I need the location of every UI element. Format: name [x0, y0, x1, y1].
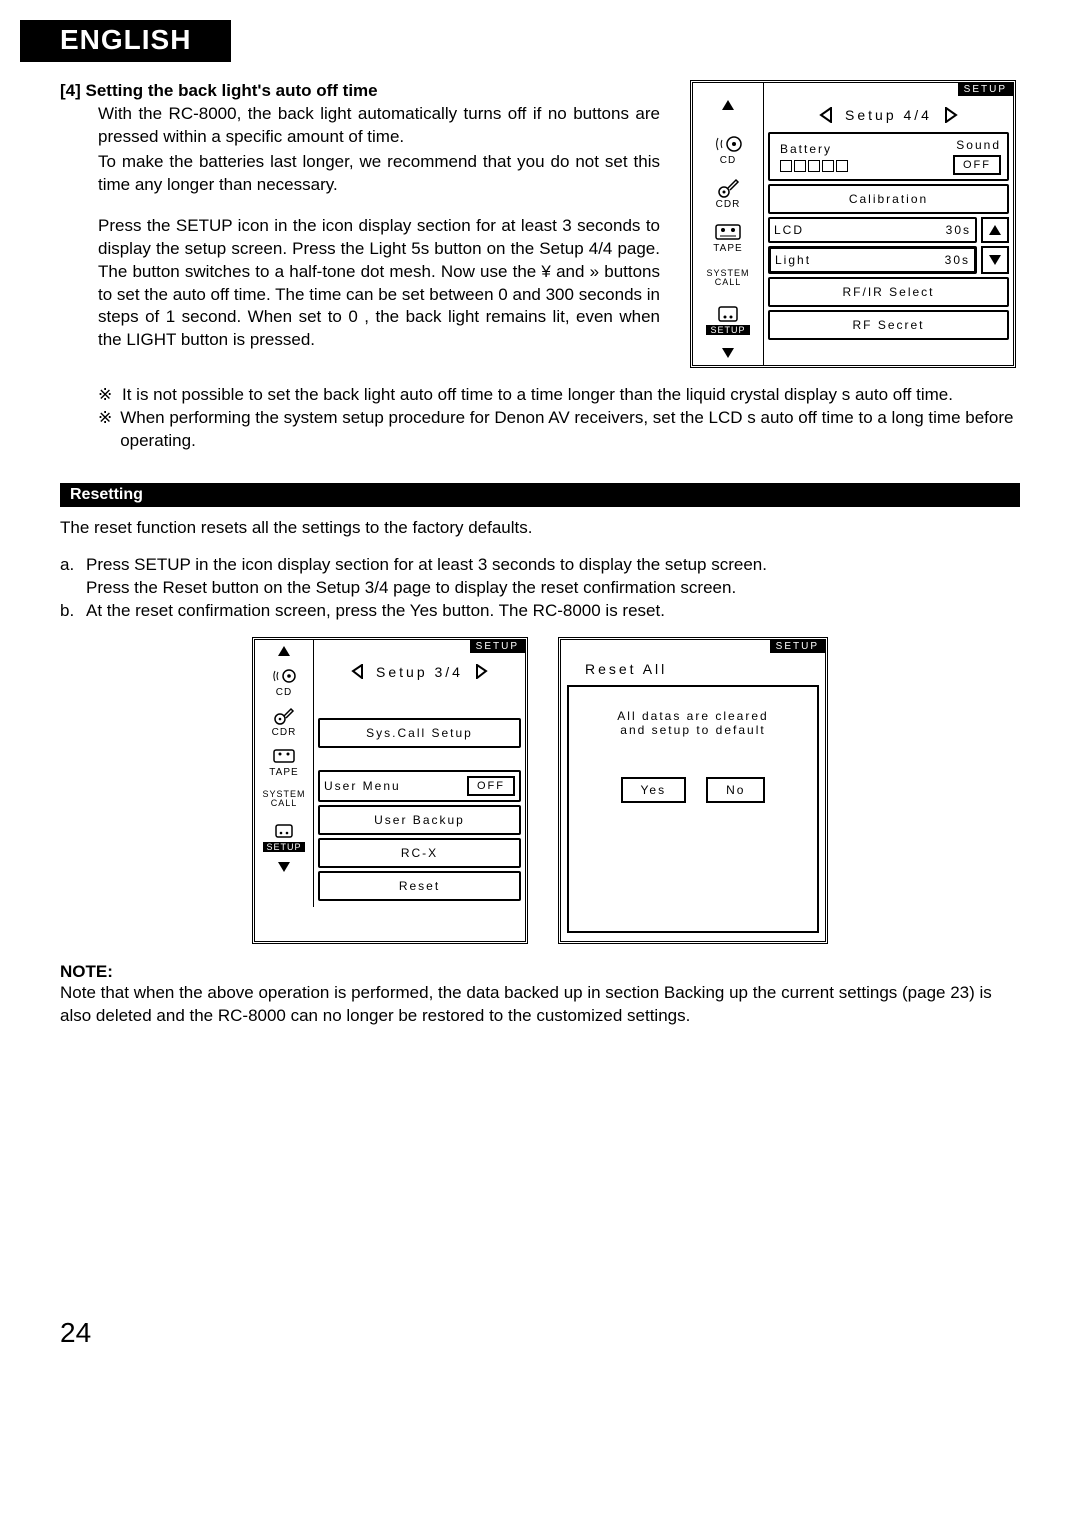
icon-label-cd: CD — [276, 687, 292, 698]
setup-title: Setup 4/4 — [845, 107, 932, 123]
section4-note1: It is not possible to set the back light… — [122, 384, 953, 407]
syscall-button: Sys.Call Setup — [318, 718, 521, 748]
icon-label-cd: CD — [720, 155, 736, 166]
manual-page: ENGLISH [4] Setting the back light's aut… — [0, 0, 1080, 1369]
icon-label-tape: TAPE — [713, 243, 742, 254]
prev-page-icon — [819, 107, 833, 123]
icon-label-setup: SETUP — [706, 325, 749, 335]
setup-icon — [717, 303, 739, 325]
tape-icon — [714, 221, 742, 243]
up-button — [981, 217, 1009, 243]
note-marker: ※ — [98, 407, 120, 453]
setup34-title: Setup 3/4 — [376, 664, 463, 680]
icon-label-cdr: CDR — [716, 199, 741, 210]
rf-secret-button: RF Secret — [768, 310, 1009, 340]
icon-label-setup: SETUP — [263, 842, 304, 852]
reset-button: Reset — [318, 871, 521, 901]
yes-button: Yes — [621, 777, 687, 803]
section4-note2: When performing the system setup procedu… — [120, 407, 1020, 453]
setup-4-4-screen: CD CDR TAPE SYSTEM CALL — [690, 80, 1020, 368]
reset-msg1: All datas are cleared — [617, 709, 768, 723]
icon-column: CD CDR TAPE SYSTEM CALL — [693, 83, 764, 365]
section-4-text: [4] Setting the back light's auto off ti… — [60, 80, 660, 352]
userbackup-button: User Backup — [318, 805, 521, 835]
setup-3-4-screen: CD CDR TAPE SYSTEM CALL SETUP — [252, 637, 528, 944]
usermenu-row: User Menu OFF — [318, 770, 521, 802]
resetting-heading: Resetting — [60, 483, 1020, 507]
scroll-down-icon — [278, 862, 290, 872]
note-text: Note that when the above operation is pe… — [60, 982, 1020, 1028]
cdr-icon — [273, 705, 295, 727]
resetting-intro: The reset function resets all the settin… — [60, 517, 1020, 540]
usermenu-value: OFF — [467, 776, 515, 796]
no-button: No — [706, 777, 765, 803]
note-label: NOTE: — [60, 962, 1020, 982]
icon-label-systemcall: SYSTEM CALL — [693, 269, 763, 287]
setup34-title-row: Setup 3/4 — [318, 658, 521, 686]
tape-icon — [272, 745, 296, 767]
note-marker: ※ — [98, 384, 122, 407]
step-a-text2: Press the Reset button on the Setup 3/4 … — [86, 577, 736, 600]
next-page-icon — [475, 664, 488, 679]
reset-confirm-screen: SETUP Reset All All datas are cleared an… — [558, 637, 828, 944]
section-4-p3: Press the SETUP icon in the icon display… — [98, 215, 660, 353]
section-4-p2: To make the batteries last longer, we re… — [98, 151, 660, 197]
scroll-down-icon — [722, 348, 734, 358]
rc-x-button: RC-X — [318, 838, 521, 868]
step-a-marker: a. — [60, 554, 86, 577]
language-header: ENGLISH — [20, 20, 231, 62]
icon-label-systemcall: SYSTEM CALL — [255, 790, 313, 808]
down-button — [981, 246, 1009, 274]
scroll-up-icon — [278, 646, 290, 656]
reset-msg2: and setup to default — [620, 723, 765, 737]
setup-tag: SETUP — [958, 83, 1013, 96]
section-4-title: Setting the back light's auto off time — [86, 81, 378, 100]
next-page-icon — [944, 107, 958, 123]
reset-screens-row: CD CDR TAPE SYSTEM CALL SETUP — [60, 637, 1020, 944]
lcd-row: LCD30s — [768, 217, 977, 243]
icon-label-cdr: CDR — [272, 727, 297, 738]
cd-icon — [714, 133, 742, 155]
calibration-button: Calibration — [768, 184, 1009, 214]
setup-title-row: Setup 4/4 — [768, 101, 1009, 129]
cd-icon — [272, 665, 296, 687]
section-4-p1: With the RC-8000, the back light automat… — [98, 103, 660, 149]
cdr-icon — [716, 177, 740, 199]
scroll-up-icon — [722, 100, 734, 110]
sound-label: Sound — [956, 138, 1001, 152]
step-b-marker: b. — [60, 600, 86, 623]
page-number: 24 — [60, 1317, 1020, 1349]
setup-icon — [274, 820, 294, 842]
step-a-text: Press SETUP in the icon display section … — [86, 554, 767, 577]
setup-tag: SETUP — [470, 640, 525, 653]
prev-page-icon — [351, 664, 364, 679]
step-b-text: At the reset confirmation screen, press … — [86, 600, 665, 623]
icon-label-tape: TAPE — [269, 767, 298, 778]
light-row-selected: Light30s — [768, 246, 977, 274]
reset-dialog-title: Reset All — [565, 655, 821, 683]
setup-tag: SETUP — [770, 640, 825, 653]
battery-sound-row: Battery Sound OFF — [768, 132, 1009, 181]
sound-value: OFF — [953, 155, 1001, 175]
battery-level-icon — [780, 160, 848, 172]
rf-ir-button: RF/IR Select — [768, 277, 1009, 307]
section-4-num: [4] — [60, 81, 81, 100]
battery-label: Battery — [780, 142, 848, 156]
